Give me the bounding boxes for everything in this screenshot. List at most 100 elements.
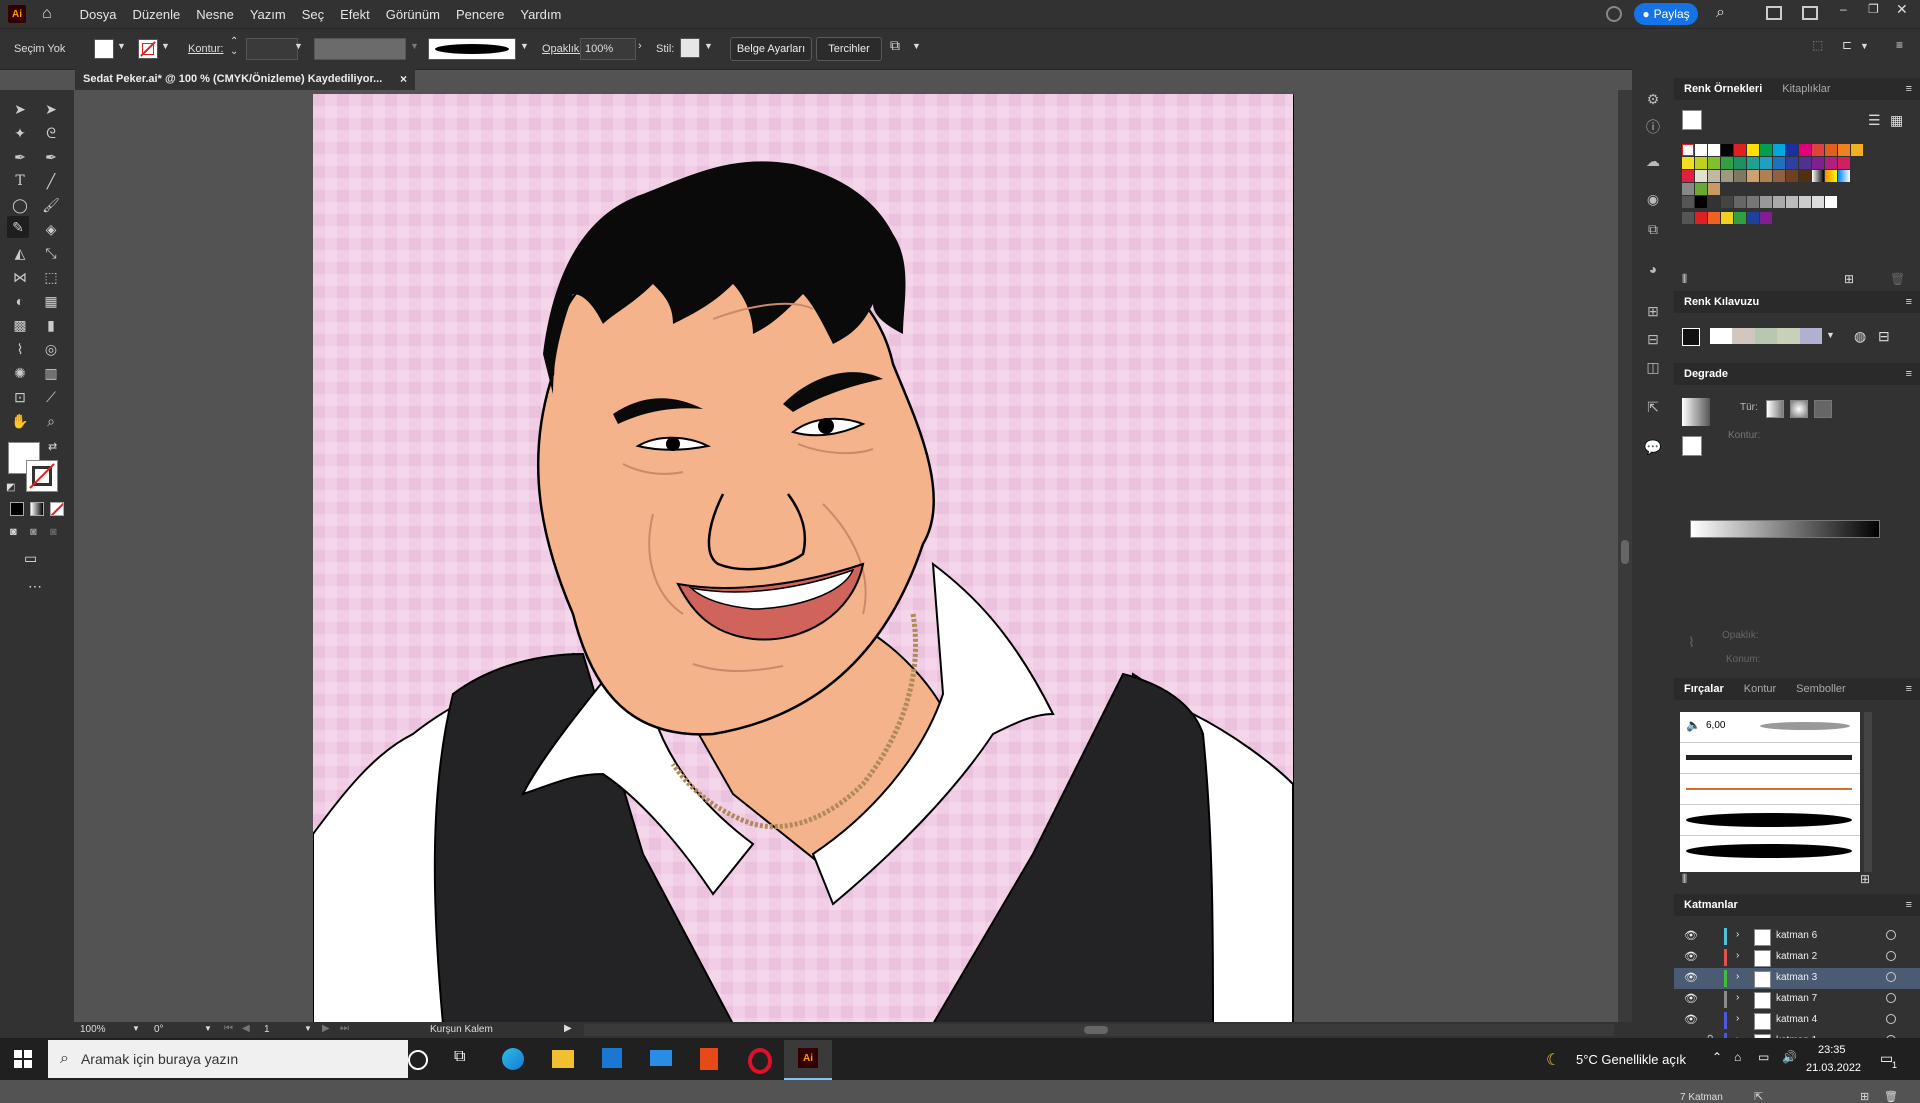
chevron-right-icon[interactable]: › [638,40,642,52]
export-layers-icon[interactable]: ⇱ [1754,1090,1763,1103]
preferences-button[interactable]: Tercihler [816,37,882,61]
save-colors-icon[interactable]: ⊟ [1878,328,1890,345]
panel-menu-icon[interactable]: ≡ [1906,296,1912,308]
tab-color-guide[interactable]: Renk Kılavuzu [1674,296,1769,308]
chevron-right-icon[interactable]: ▶ [564,1023,572,1034]
gradient-mode-icon[interactable] [30,502,44,516]
color-mode-icon[interactable] [10,502,24,516]
brush-row[interactable]: 🔈 6,00 [1680,712,1860,743]
properties-icon[interactable]: ⚙ [1642,88,1664,110]
store-icon[interactable] [602,1048,622,1068]
illustrator-taskbar-icon[interactable]: Ai [784,1040,832,1080]
workspace-icon[interactable] [1802,6,1818,20]
task-view-icon[interactable]: ⧉ [454,1048,465,1066]
pencil-tool-icon[interactable]: ✎ [7,216,29,238]
align-icon[interactable]: ⬚ [1812,38,1823,52]
document-tab[interactable]: Sedat Peker.ai* @ 100 % (CMYK/Önizleme) … [75,68,415,90]
chevron-down-icon[interactable]: ▼ [410,41,419,51]
target-icon[interactable] [1886,1014,1896,1024]
first-artboard-icon[interactable]: ⏮ [224,1023,233,1034]
network-icon[interactable]: ⌂ [1734,1050,1741,1064]
align-icon[interactable]: ⊟ [1642,328,1664,350]
line-tool-icon[interactable]: ╱ [40,170,62,192]
artboard[interactable] [313,94,1293,1022]
search-icon[interactable]: ⌕ [1716,4,1725,22]
free-transform-tool-icon[interactable]: ⬚ [40,266,62,288]
shape-builder-tool-icon[interactable]: ◐ [9,290,31,312]
appearance-icon[interactable]: ◉ [1642,188,1664,210]
eraser-tool-icon[interactable]: ◈ [40,218,62,240]
expand-chevron-icon[interactable]: › [1736,950,1739,961]
new-brush-icon[interactable]: ⊞ [1860,872,1870,886]
layer-row[interactable]: 👁 › katman 2 [1674,947,1920,968]
chevron-down-icon[interactable]: ▼ [1860,41,1869,51]
panel-menu-icon[interactable]: ≡ [1896,38,1903,52]
comments-icon[interactable]: 💬 [1642,436,1664,458]
tab-libraries[interactable]: Kitaplıklar [1772,83,1840,95]
edge-icon[interactable] [502,1048,524,1070]
gradient-fill-stroke[interactable] [1682,436,1702,456]
chevron-up-icon[interactable]: ⌃ [1712,1050,1722,1064]
perspective-grid-tool-icon[interactable]: ▦ [40,290,62,312]
type-tool-icon[interactable]: T [9,170,31,192]
layer-name[interactable]: katman 4 [1776,1014,1817,1025]
brush-row[interactable] [1680,774,1860,805]
eye-icon[interactable]: 👁 [1684,971,1698,984]
last-artboard-icon[interactable]: ⏭ [340,1023,349,1034]
more-tools-icon[interactable]: ⋯ [28,578,42,595]
artboard-number[interactable]: 1 [264,1024,270,1035]
tab-gradient[interactable]: Degrade [1674,368,1738,380]
style-swatch[interactable] [680,38,700,58]
none-mode-icon[interactable] [50,502,64,516]
menu-view[interactable]: Görünüm [386,7,440,22]
chevron-down-icon[interactable]: ▼ [204,1024,212,1033]
battery-icon[interactable]: ▭ [1758,1050,1769,1064]
eye-icon[interactable]: 👁 [1684,1013,1698,1026]
gradient-eyedropper-icon[interactable]: ⌇ [1688,634,1695,651]
transform-icon[interactable]: ⧉ [1642,218,1664,240]
target-icon[interactable] [1886,993,1896,1003]
home-icon[interactable]: ⌂ [42,5,52,23]
screen-mode-icon[interactable]: ▭ [24,550,37,567]
layer-row[interactable]: 👁 › katman 6 [1674,926,1920,947]
rotation-value[interactable]: 0° [154,1024,164,1035]
brush-definition[interactable] [428,38,516,60]
brush-row[interactable] [1680,836,1860,866]
stroke-stepper[interactable]: ⌃ ⌄ [230,37,238,57]
stroke-color-box[interactable] [26,460,58,492]
arrange-documents-icon[interactable]: ⧉ [890,37,900,54]
layer-row[interactable]: 👁 › katman 7 [1674,989,1920,1010]
office-icon[interactable] [700,1048,718,1070]
stroke-swatch[interactable] [138,39,158,59]
target-icon[interactable] [1886,930,1896,940]
close-window-icon[interactable]: ✕ [1896,1,1908,18]
expand-chevron-icon[interactable]: › [1736,1013,1739,1024]
menu-object[interactable]: Nesne [196,7,234,22]
swatch-fill-stroke[interactable] [1682,110,1702,130]
reflect-tool-icon[interactable]: ◭ [9,242,31,264]
variable-width-profile[interactable] [314,38,406,60]
brush-row[interactable] [1680,805,1860,836]
grid-view-icon[interactable]: ▦ [1890,112,1903,129]
menu-type[interactable]: Yazım [250,7,286,22]
symbol-sprayer-tool-icon[interactable]: ✺ [9,362,31,384]
tab-layers[interactable]: Katmanlar [1674,899,1748,911]
chevron-down-icon[interactable]: ▼ [304,1024,312,1033]
eye-icon[interactable]: 👁 [1684,950,1698,963]
opacity-input[interactable]: 100% [580,38,636,60]
new-swatch-icon[interactable]: ⊞ [1844,272,1854,286]
brush-row[interactable] [1680,743,1860,774]
layer-row[interactable]: 👁 › katman 4 [1674,1010,1920,1031]
harmony-colors[interactable] [1710,328,1823,344]
pen-tool-icon[interactable]: ✒ [9,146,31,168]
delete-swatch-icon[interactable]: 🗑 [1890,272,1905,286]
zoom-level[interactable]: 100% [80,1024,106,1035]
chevron-down-icon[interactable]: ▼ [117,41,126,51]
libraries-icon[interactable]: ☁ [1642,150,1664,172]
radial-gradient-button[interactable] [1790,400,1808,418]
restore-icon[interactable]: ❐ [1868,2,1879,16]
brush-scrollbar[interactable] [1864,712,1872,872]
color-wheel-icon[interactable]: ◍ [1854,328,1866,345]
chevron-down-icon[interactable]: ▼ [520,41,529,51]
artboards-icon[interactable]: ⊞ [1642,300,1664,322]
